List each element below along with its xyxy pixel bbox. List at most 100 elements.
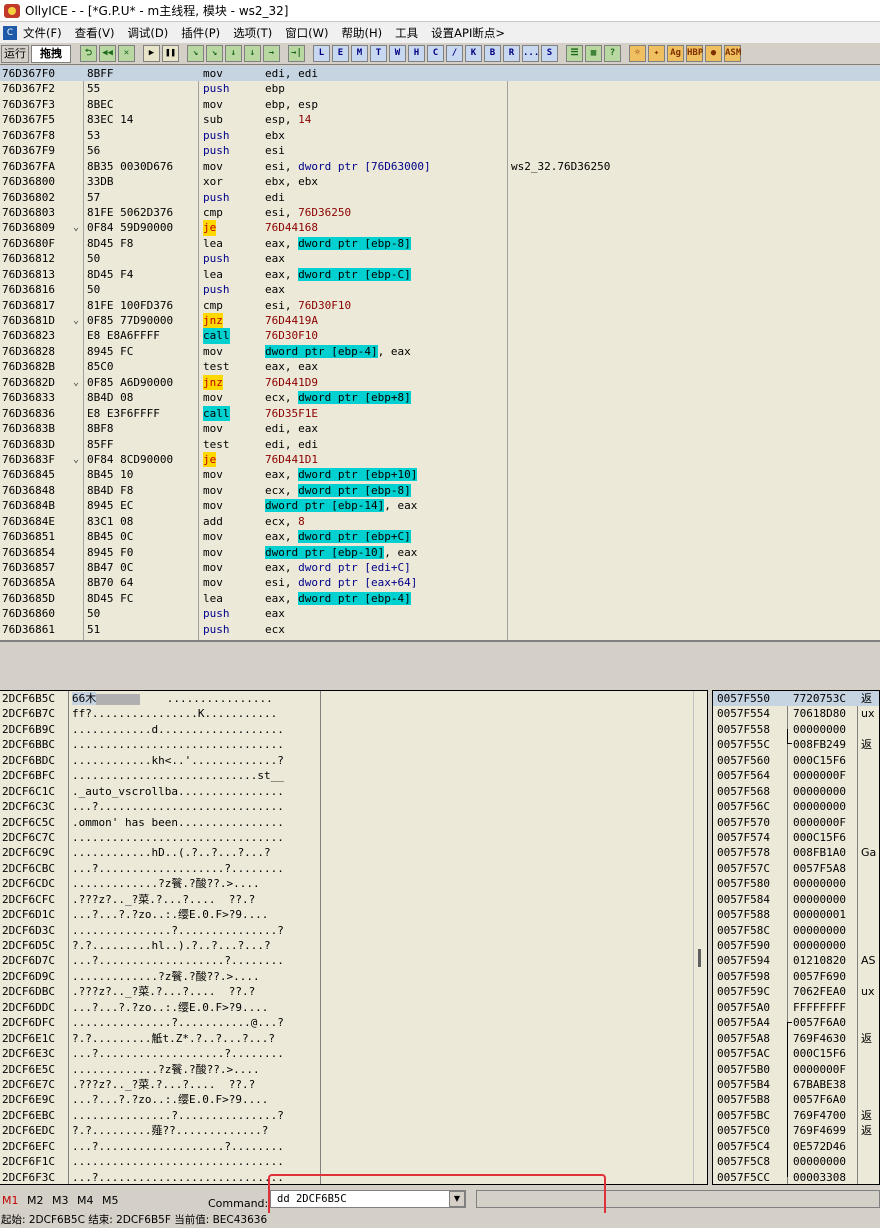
dump-row[interactable]: 2DCF6F1C................................ <box>0 1154 707 1169</box>
dump-row[interactable]: 2DCF6B7C ff?................K........... <box>0 706 707 721</box>
toolbar-plugin-icon[interactable]: ✦ <box>648 45 665 62</box>
disasm-row[interactable]: 76D3684B 8945 EC mov dword ptr [ebp-14], ea… <box>0 498 880 513</box>
dump-row[interactable]: 2DCF6CDC .............?z餮.?酸??.>.... <box>0 876 707 891</box>
disasm-row[interactable]: 76D36833 8B4D 08 mov ecx, dword ptr [ebp+8] <box>0 390 880 405</box>
disasm-row[interactable]: 76D36802 57 push edi <box>0 190 880 205</box>
disasm-row[interactable]: 76D367F5 83EC 14 sub esp, 14 <box>0 112 880 127</box>
memory-tab-m4[interactable]: M4 <box>77 1194 94 1207</box>
disasm-row[interactable]: 76D367F9 56 push esi <box>0 143 880 158</box>
toolbar-plugin-icon[interactable]: ☼ <box>629 45 646 62</box>
stack-row[interactable]: 0057F578 008FB1A0 Ga <box>713 845 879 860</box>
menu-item[interactable]: 窗口(W) <box>285 25 328 41</box>
stack-row[interactable]: 0057F588 00000001 <box>713 907 879 922</box>
memory-tab-m1[interactable]: M1 <box>2 1194 19 1207</box>
stack-row[interactable]: 0057F590 00000000 <box>713 938 879 953</box>
disasm-row[interactable]: 76D3684E 83C1 08 add ecx, 8 <box>0 514 880 529</box>
dump-row[interactable]: 2DCF6BFC ............................st__ <box>0 768 707 783</box>
disasm-row[interactable]: 76D3680F 8D45 F8 lea eax, dword ptr [ebp-8] <box>0 236 880 251</box>
toolbar-window-icon[interactable]: L <box>313 45 330 62</box>
dump-row[interactable]: 2DCF6D5C ?.?.........hl..).?..?...?...? <box>0 938 707 953</box>
stack-row[interactable]: 0057F5C8 00000000 <box>713 1154 879 1169</box>
dump-row[interactable]: 2DCF6E9C ...?...?.?zo..:.缨E.0.F>?9.... <box>0 1092 707 1107</box>
disasm-row[interactable]: 76D36803 81FE 5062D376 cmp esi, 76D36250 <box>0 205 880 220</box>
disasm-row[interactable]: 76D367F0 8BFF mov edi, edi <box>0 66 880 82</box>
stack-row[interactable]: 0057F570 0000000F <box>713 815 879 830</box>
disasm-row[interactable]: 76D36857 8B47 0C mov eax, dword ptr [edi+C] <box>0 560 880 575</box>
toolbar-run-icon[interactable]: ❚❚ <box>162 45 179 62</box>
disasm-row[interactable]: 76D36809 ⌄ 0F84 59D90000 je 76D44168 <box>0 220 880 236</box>
stack-pane[interactable]: 0057F550 7720753C 返 0057F554 70618D80 ux 0057F… <box>712 690 880 1185</box>
toolbar-window-icon[interactable]: / <box>446 45 463 62</box>
disasm-row[interactable]: 76D3685D 8D45 FC lea eax, dword ptr [ebp-4] <box>0 591 880 606</box>
menu-item[interactable]: 调试(D) <box>127 25 168 41</box>
stack-row[interactable]: 0057F59C 7062FEA0 ux <box>713 984 879 999</box>
stack-row[interactable]: 0057F55C 008FB249 返 <box>713 737 879 752</box>
toolbar-window-icon[interactable]: T <box>370 45 387 62</box>
disasm-row[interactable]: 76D36823 E8 E8A6FFFF call 76D30F10 <box>0 328 880 344</box>
toolbar-plugin-icon[interactable]: Ag <box>667 45 684 62</box>
menu-item[interactable]: 设置API断点> <box>431 25 505 41</box>
stack-row[interactable]: 0057F580 00000000 <box>713 876 879 891</box>
dump-row[interactable]: 2DCF6D7C...?...................?........ <box>0 953 707 968</box>
disasm-row[interactable]: 76D36816 50 push eax <box>0 282 880 297</box>
disasm-row[interactable]: 76D36860 50 push eax <box>0 606 880 621</box>
toolbar-control-icon[interactable]: ✕ <box>118 45 135 62</box>
cpu-window-icon[interactable]: C <box>3 25 17 40</box>
disasm-row[interactable]: 76D36848 8B4D F8 mov ecx, dword ptr [ebp-8] <box>0 483 880 498</box>
toolbar-window-icon[interactable]: E <box>332 45 349 62</box>
stack-row[interactable]: 0057F550 7720753C 返 <box>713 691 879 707</box>
toolbar-window-icon[interactable]: W <box>389 45 406 62</box>
menu-item[interactable]: 插件(P) <box>181 25 220 41</box>
disasm-row[interactable]: 76D3685A 8B70 64 mov esi, dword ptr [eax+64… <box>0 575 880 590</box>
toolbar-window-icon[interactable]: M <box>351 45 368 62</box>
toolbar-misc-icon[interactable]: ☰ <box>566 45 583 62</box>
menu-item[interactable]: 查看(V) <box>75 25 115 41</box>
stack-row[interactable]: 0057F5AC 000C15F6 <box>713 1046 879 1061</box>
disassembly-pane[interactable]: 76D367F0 8BFF mov edi, edi 76D367F2 55 push ebp… <box>0 66 880 642</box>
toolbar-plugin-icon[interactable]: ● <box>705 45 722 62</box>
stack-row[interactable]: 0057F564 0000000F <box>713 768 879 783</box>
disasm-row[interactable]: 76D3683D 85FF test edi, edi <box>0 437 880 452</box>
dump-row[interactable]: 2DCF6B5C 66木 ................ <box>0 691 707 706</box>
toolbar-window-icon[interactable]: B <box>484 45 501 62</box>
stack-row[interactable]: 0057F56C 00000000 <box>713 799 879 814</box>
dump-row[interactable]: 2DCF6CFC .???z?.._?菜.?...?.... ??.? <box>0 892 707 907</box>
stack-row[interactable]: 0057F5A0 FFFFFFFF <box>713 1000 879 1015</box>
stack-row[interactable]: 0057F5B0 0000000F <box>713 1062 879 1077</box>
disasm-row[interactable]: 76D3683F ⌄ 0F84 8CD90000 je 76D441D1 <box>0 451 880 468</box>
stack-row[interactable]: 0057F5CC 00003308 <box>713 1170 879 1184</box>
dump-row[interactable]: 2DCF6DBC .???z?.._?菜.?...?.... ??.? <box>0 984 707 999</box>
menu-item[interactable]: 帮助(H) <box>342 25 383 41</box>
toolbar-step-icon[interactable]: ↓ <box>244 45 261 62</box>
stack-row[interactable]: 0057F5A8 769F4630 返 <box>713 1031 879 1046</box>
toolbar-plugin-icon[interactable]: HBP <box>686 45 703 62</box>
stack-row[interactable]: 0057F568 00000000 <box>713 784 879 799</box>
toolbar-control-icon[interactable]: ◀◀ <box>99 45 116 62</box>
toolbar-run-icon[interactable]: ▶ <box>143 45 160 62</box>
dump-row[interactable]: 2DCF6E5C .............?z餮.?酸??.>.... <box>0 1062 707 1077</box>
stack-row[interactable]: 0057F584 00000000 <box>713 892 879 907</box>
stack-row[interactable]: 0057F554 70618D80 ux <box>713 706 879 721</box>
disasm-row[interactable]: 76D36845 8B45 10 mov eax, dword ptr [ebp+10… <box>0 467 880 482</box>
disasm-row[interactable]: 76D367F3 8BEC mov ebp, esp <box>0 97 880 112</box>
dump-row[interactable]: 2DCF6C5C .ommon' has been................ <box>0 815 707 830</box>
stack-row[interactable]: 0057F594 01210820 AS <box>713 953 879 968</box>
toolbar-window-icon[interactable]: ... <box>522 45 539 62</box>
dump-row[interactable]: 2DCF6B9C ............d................... <box>0 722 707 737</box>
disasm-row[interactable]: 76D36813 8D45 F4 lea eax, dword ptr [ebp-C] <box>0 267 880 282</box>
dump-row[interactable]: 2DCF6D1C ...?...?.?zo..:.缨E.0.F>?9.... <box>0 907 707 922</box>
menu-item[interactable]: 文件(F) <box>23 25 62 41</box>
scrollbar-thumb[interactable] <box>698 949 701 967</box>
dump-row[interactable]: 2DCF6E3C...?...................?........ <box>0 1046 707 1061</box>
dump-row[interactable]: 2DCF6EBC...............?...............? <box>0 1108 707 1123</box>
disasm-row[interactable]: 76D36812 50 push eax <box>0 251 880 266</box>
toolbar-misc-icon[interactable]: ? <box>604 45 621 62</box>
toolbar-step-icon[interactable]: ↓ <box>225 45 242 62</box>
disasm-row[interactable]: 76D36861 51 push ecx <box>0 622 880 637</box>
disasm-row[interactable]: 76D367F2 55 push ebp <box>0 81 880 96</box>
toolbar-window-icon[interactable]: C <box>427 45 444 62</box>
disasm-row[interactable]: 76D3683B 8BF8 mov edi, eax <box>0 421 880 436</box>
memory-dump-pane[interactable]: 2DCF6B5C 66木 ................ 2DCF6B7C ff?.… <box>0 690 708 1185</box>
stack-row[interactable]: 0057F5B4 67BABE38 <box>713 1077 879 1092</box>
dump-row[interactable]: 2DCF6BDC ............kh<..'.............? <box>0 753 707 768</box>
